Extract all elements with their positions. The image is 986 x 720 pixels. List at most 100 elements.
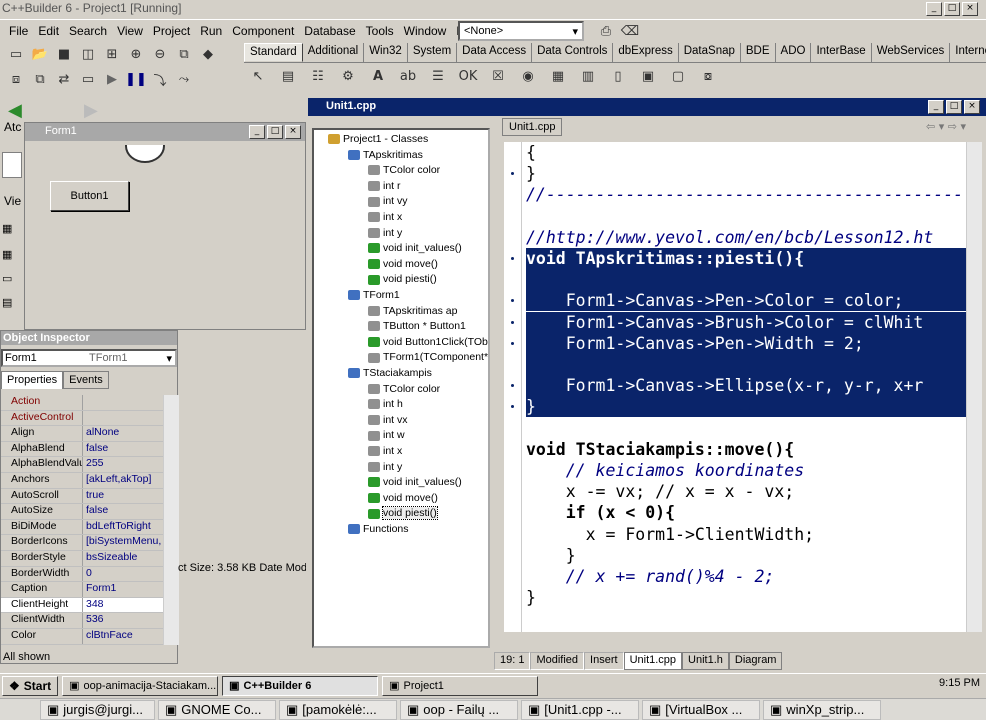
tree-node[interactable]: int h (368, 397, 403, 412)
tree-node[interactable]: int vy (368, 194, 408, 209)
taskbar-item[interactable]: ▣ C++Builder 6 (222, 675, 379, 696)
listbox-icon[interactable]: ▦ (548, 67, 568, 85)
edit-icon[interactable]: ab (398, 67, 418, 85)
form-close-button[interactable]: × (285, 125, 301, 139)
palette-tab-10[interactable]: InterBase (811, 43, 872, 62)
property-row[interactable]: AlphaBlend false (1, 441, 163, 458)
tree-node[interactable]: TApskritimas ap (368, 304, 458, 319)
taskbar-item[interactable]: ▣ Project1 (382, 675, 539, 696)
property-row[interactable]: Caption Form1 (1, 582, 163, 598)
tree-node[interactable]: Functions (348, 522, 409, 537)
run-icon[interactable]: ▶ (102, 70, 122, 88)
scrollbar-icon[interactable]: ▯ (608, 67, 628, 85)
form-maximize-button[interactable]: □ (267, 125, 283, 139)
list-icon-3[interactable]: ▭ (2, 272, 12, 285)
list-icon-2[interactable]: ▦ (2, 248, 12, 261)
trace-into-icon[interactable]: ⤵ (150, 70, 170, 89)
tool-icon[interactable] (2, 152, 22, 178)
save-config-icon[interactable]: ⎙ (596, 22, 616, 40)
menu-item-search[interactable]: Search (64, 24, 112, 38)
frames-icon[interactable]: ⚙ (338, 67, 358, 85)
unit-minimize-button[interactable]: _ (928, 100, 944, 114)
tab-events[interactable]: Events (63, 371, 109, 389)
menu-item-database[interactable]: Database (299, 24, 360, 38)
step-over-icon[interactable]: ⤳ (174, 70, 194, 88)
tree-node[interactable]: TColor color (368, 163, 440, 178)
taskbar-item[interactable]: ▣ oop-animacija-Staciakam... (62, 675, 219, 696)
tree-node[interactable]: int w (368, 428, 405, 443)
combobox-icon[interactable]: ▥ (578, 67, 598, 85)
property-row[interactable]: AutoScroll true (1, 488, 163, 505)
palette-tab-12[interactable]: Internet (950, 43, 986, 62)
view-form-icon[interactable]: ⧉ (30, 70, 50, 88)
tree-node[interactable]: void Button1Click(TOb (368, 335, 488, 350)
tree-node[interactable]: int x (368, 210, 402, 225)
property-row[interactable]: BorderStyle bsSizeable (1, 550, 163, 567)
memo-icon[interactable]: ☰ (428, 67, 448, 85)
back-arrow-icon[interactable]: ◀ (8, 100, 22, 121)
property-row[interactable]: AlphaBlendValu 255 (1, 457, 163, 473)
palette-tab-11[interactable]: WebServices (871, 43, 951, 62)
palette-tab-3[interactable]: System (407, 43, 458, 62)
editor-tab[interactable]: Unit1.cpp (502, 118, 563, 136)
open-project-icon[interactable]: ⊞ (102, 45, 122, 63)
radiobutton-icon[interactable]: ◉ (518, 67, 538, 85)
property-row[interactable]: ClientHeight 348 (1, 597, 163, 614)
menu-item-component[interactable]: Component (227, 24, 299, 38)
close-button[interactable]: × (962, 2, 978, 16)
gnome-window-button[interactable]: ▣ oop - Failų ... (400, 699, 518, 720)
new-icon[interactable]: ▭ (6, 45, 26, 63)
menu-item-file[interactable]: File (4, 24, 33, 38)
gnome-window-button[interactable]: ▣ [Unit1.cpp -... (521, 699, 639, 720)
list-icon[interactable]: ▦ (2, 222, 12, 235)
property-row[interactable]: Action (1, 395, 163, 411)
menu-item-view[interactable]: View (112, 24, 148, 38)
pause-icon[interactable]: ❚❚ (125, 70, 147, 88)
tree-node[interactable]: TColor color (368, 382, 440, 397)
property-row[interactable]: Color clBtnFace (1, 628, 163, 645)
start-button[interactable]: ❖ Start (2, 675, 59, 696)
property-row[interactable]: ActiveControl (1, 410, 163, 427)
menu-item-edit[interactable]: Edit (33, 24, 64, 38)
radiogroup-icon[interactable]: ▢ (668, 67, 688, 85)
tree-node[interactable]: int y (368, 226, 402, 241)
tree-node[interactable]: int y (368, 460, 402, 475)
palette-tab-4[interactable]: Data Access (457, 43, 533, 62)
unit-close-button[interactable]: × (964, 100, 980, 114)
save-all-icon[interactable]: ◫ (78, 45, 98, 63)
code-editor[interactable]: {}//------------------------------------… (504, 142, 966, 632)
label-icon[interactable]: A (368, 67, 388, 85)
mainmenu-icon[interactable]: ▤ (278, 67, 298, 85)
tree-node[interactable]: void init_values() (368, 241, 462, 256)
groupbox-icon[interactable]: ▣ (638, 67, 658, 85)
palette-tab-6[interactable]: dbExpress (613, 43, 679, 62)
palette-tab-1[interactable]: Additional (302, 43, 365, 62)
inspector-scrollbar[interactable] (163, 395, 179, 645)
button1[interactable]: Button1 (50, 181, 129, 211)
toggle-form-unit-icon[interactable]: ⇄ (54, 70, 74, 88)
nav-arrows-icon[interactable]: ⇦ ▾ ⇨ ▾ (926, 120, 966, 133)
property-row[interactable]: Anchors [akLeft,akTop] (1, 472, 163, 489)
palette-tab-0[interactable]: Standard (244, 43, 303, 62)
gnome-window-button[interactable]: ▣ winXp_strip... (763, 699, 881, 720)
library-icon[interactable]: ⧉ (174, 45, 194, 63)
object-selector[interactable]: Form1 TForm1 ▾ (1, 349, 177, 367)
list-icon-4[interactable]: ▤ (2, 296, 12, 309)
new-form-icon[interactable]: ▭ (78, 70, 98, 88)
palette-tab-8[interactable]: BDE (740, 43, 776, 62)
menu-item-tools[interactable]: Tools (361, 24, 399, 38)
tree-node[interactable]: void piesti() (368, 506, 438, 521)
tree-node[interactable]: TForm1(TComponent* (368, 350, 488, 365)
save-icon[interactable]: ■ (54, 45, 74, 63)
property-row[interactable]: BorderIcons [biSystemMenu, (1, 535, 163, 551)
tree-node[interactable]: TApskritimas (348, 148, 423, 163)
tree-node[interactable]: int r (368, 179, 401, 194)
gnome-window-button[interactable]: ▣ jurgis@jurgi... (40, 699, 155, 720)
add-file-icon[interactable]: ⊕ (126, 45, 146, 63)
tree-node[interactable]: int vx (368, 413, 408, 428)
form-minimize-button[interactable]: _ (249, 125, 265, 139)
editor-scrollbar[interactable] (966, 142, 982, 632)
view-unit-icon[interactable]: ⧈ (6, 70, 26, 88)
tree-node[interactable]: TStaciakampis (348, 366, 432, 381)
maximize-button[interactable]: □ (944, 2, 960, 16)
